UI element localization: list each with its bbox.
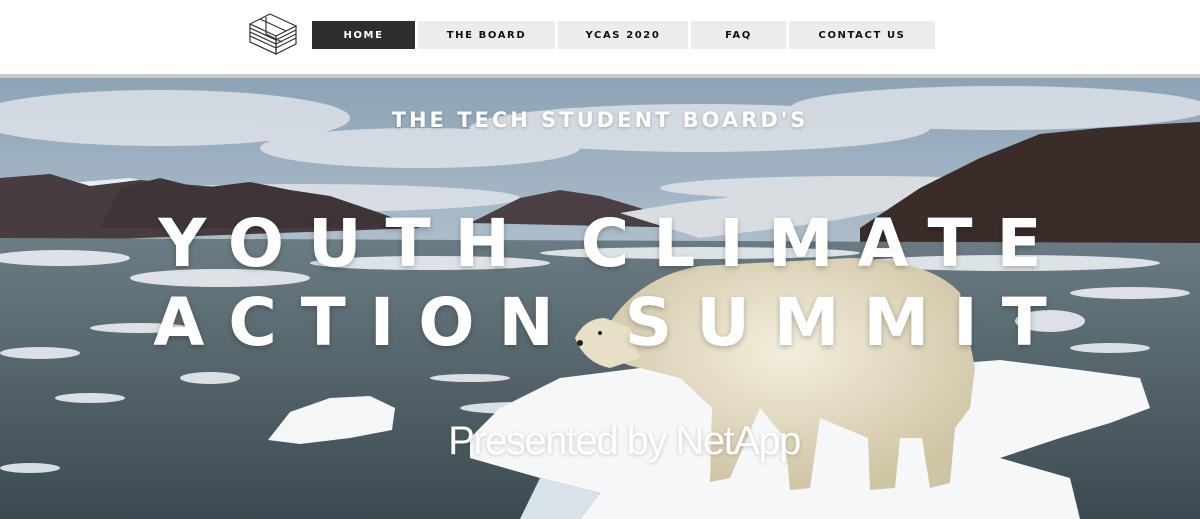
nav-faq[interactable]: FAQ bbox=[691, 21, 786, 49]
hero-kicker: THE TECH STUDENT BOARD'S bbox=[391, 108, 809, 132]
nav-home[interactable]: HOME bbox=[312, 21, 415, 49]
nav-ycas-2020[interactable]: YCAS 2020 bbox=[558, 21, 688, 49]
main-nav: HOME THE BOARD YCAS 2020 FAQ CONTACT US bbox=[312, 21, 935, 49]
nav-the-board[interactable]: THE BOARD bbox=[418, 21, 555, 49]
nav-contact-us[interactable]: CONTACT US bbox=[789, 21, 935, 49]
site-header: HOME THE BOARD YCAS 2020 FAQ CONTACT US bbox=[0, 0, 1200, 74]
hero-title-line-1: YOUTH CLIMATE bbox=[158, 205, 1066, 282]
hero-subtitle: Presented by NetApp bbox=[448, 419, 801, 463]
hero-banner: THE TECH STUDENT BOARD'S YOUTH CLIMATE A… bbox=[0, 78, 1200, 519]
site-logo-icon[interactable] bbox=[246, 12, 300, 58]
hero-title-line-2: ACTION SUMMIT bbox=[153, 284, 1071, 361]
